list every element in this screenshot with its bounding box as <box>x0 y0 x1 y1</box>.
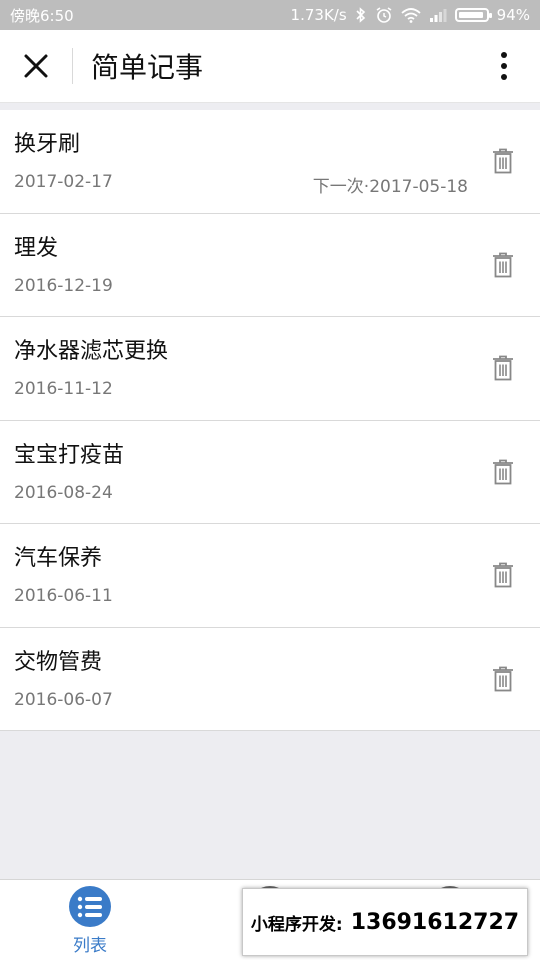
item-next-date: 下一次·2017-05-18 <box>312 177 468 197</box>
item-title: 净水器滤芯更换 <box>14 339 169 364</box>
trash-icon <box>493 459 513 484</box>
item-date: 2016-12-19 <box>14 275 113 296</box>
more-vertical-icon <box>501 52 507 80</box>
delete-button[interactable] <box>488 146 518 176</box>
page-title: 简单记事 <box>91 51 204 84</box>
list-item[interactable]: 换牙刷 2017-02-17 下一次·2017-05-18 <box>0 110 540 214</box>
list-icon <box>69 886 111 927</box>
delete-button[interactable] <box>488 250 518 280</box>
bluetooth-icon <box>356 7 365 23</box>
trash-icon <box>493 148 513 174</box>
item-title: 换牙刷 <box>14 132 81 157</box>
list-item[interactable]: 汽车保养 2016-06-11 <box>0 524 540 628</box>
list-item[interactable]: 交物管费 2016-06-07 <box>0 627 540 731</box>
item-date: 2017-02-17 <box>14 172 113 192</box>
records-list: 换牙刷 2017-02-17 下一次·2017-05-18 理发 2016-12… <box>0 110 540 731</box>
item-title: 宝宝打疫苗 <box>14 442 125 468</box>
delete-button[interactable] <box>488 457 518 487</box>
delete-button[interactable] <box>488 560 518 590</box>
more-button[interactable] <box>468 30 540 103</box>
list-item[interactable]: 宝宝打疫苗 2016-08-24 <box>0 420 540 524</box>
status-bar: 傍晚6:50 1.73K/s 94% <box>0 0 540 30</box>
navbar: 简单记事 <box>0 30 540 103</box>
promo-banner: 小程序开发: 13691612727 <box>242 888 528 956</box>
list-item[interactable]: 理发 2016-12-19 <box>0 213 540 317</box>
battery-icon <box>454 8 492 22</box>
tab-list-label: 列表 <box>73 936 107 956</box>
item-title: 汽车保养 <box>14 546 103 571</box>
alarm-icon <box>376 7 392 23</box>
battery-percent: 94% <box>496 6 530 24</box>
list-item[interactable]: 净水器滤芯更换 2016-11-12 <box>0 317 540 421</box>
trash-icon <box>493 355 513 381</box>
close-icon <box>24 54 48 78</box>
tab-list[interactable]: 列表 <box>50 886 130 956</box>
delete-button[interactable] <box>488 353 518 383</box>
item-title: 交物管费 <box>14 649 103 675</box>
trash-icon <box>493 666 513 691</box>
promo-label: 小程序开发: <box>250 914 343 935</box>
promo-phone: 13691612727 <box>350 909 520 935</box>
trash-icon <box>493 252 513 277</box>
close-button[interactable] <box>0 30 72 103</box>
signal-icon <box>429 9 447 22</box>
network-speed: 1.73K/s <box>290 6 347 24</box>
wifi-icon <box>401 8 421 23</box>
item-title: 理发 <box>14 235 59 261</box>
trash-icon <box>493 562 513 588</box>
item-date: 2016-08-24 <box>14 482 113 503</box>
delete-button[interactable] <box>488 664 518 694</box>
item-date: 2016-06-07 <box>14 689 113 710</box>
list-top-gap <box>0 103 540 110</box>
status-time: 傍晚6:50 <box>10 6 74 25</box>
status-indicators: 1.73K/s 94% <box>291 6 530 24</box>
item-date: 2016-11-12 <box>14 379 113 399</box>
item-date: 2016-06-11 <box>14 586 113 606</box>
